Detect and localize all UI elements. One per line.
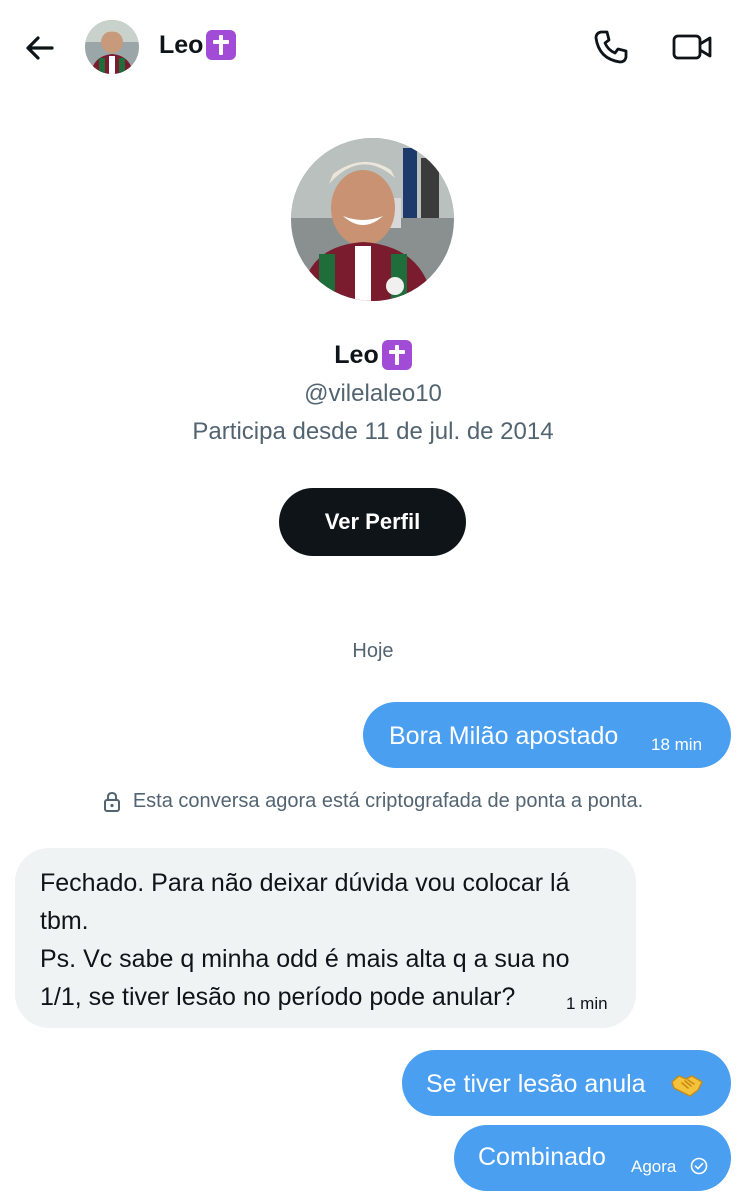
profile-joined-date: Participa desde 11 de jul. de 2014 <box>192 418 554 445</box>
profile-name: Leo <box>0 340 746 370</box>
message-timestamp: Agora <box>631 1157 677 1176</box>
message-text: Fechado. Para não deixar dúvida vou colo… <box>40 864 620 1016</box>
profile-avatar[interactable] <box>291 138 454 301</box>
back-arrow-icon[interactable] <box>22 30 58 66</box>
handshake-icon <box>671 1075 703 1097</box>
message-timestamp: 18 min <box>651 735 703 754</box>
message-text: Bora Milão apostado <box>389 722 619 750</box>
message-line: 1/1, se tiver lesão no período pode anul… <box>40 983 516 1011</box>
message-line: Ps. Vc sabe q minha odd é mais alta q a … <box>40 945 570 973</box>
message-bubble-incoming[interactable]: Fechado. Para não deixar dúvida vou colo… <box>15 848 636 1028</box>
latin-cross-icon <box>206 30 237 60</box>
message-text: Se tiver lesão anula <box>426 1070 646 1098</box>
message-bubble-outgoing[interactable]: Bora Milão apostado 18 min <box>363 702 731 768</box>
view-profile-button[interactable]: Ver Perfil <box>279 488 466 556</box>
message-line: tbm. <box>40 907 89 935</box>
header-name-text: Leo <box>159 30 204 59</box>
chat-header: Leo <box>0 0 746 96</box>
profile-name-text: Leo <box>334 340 379 369</box>
header-avatar[interactable] <box>85 20 139 74</box>
message-line: Fechado. Para não deixar dúvida vou colo… <box>40 869 570 897</box>
lock-icon <box>103 791 120 812</box>
encryption-notice-text: Esta conversa agora está criptografada d… <box>132 790 644 812</box>
video-camera-icon[interactable] <box>672 30 712 64</box>
message-timestamp: 1 min <box>566 994 608 1013</box>
profile-handle: @vilelaleo10 <box>304 380 442 407</box>
header-contact-name[interactable]: Leo <box>159 30 237 60</box>
latin-cross-icon <box>381 340 412 370</box>
sent-check-icon <box>690 1157 708 1175</box>
date-separator: Hoje <box>352 640 394 662</box>
message-bubble-outgoing[interactable]: Combinado Agora <box>454 1125 731 1191</box>
encryption-notice: Esta conversa agora está criptografada d… <box>0 790 746 813</box>
phone-icon[interactable] <box>592 28 630 66</box>
message-text: Combinado <box>478 1143 606 1171</box>
message-bubble-outgoing[interactable]: Se tiver lesão anula <box>402 1050 731 1116</box>
